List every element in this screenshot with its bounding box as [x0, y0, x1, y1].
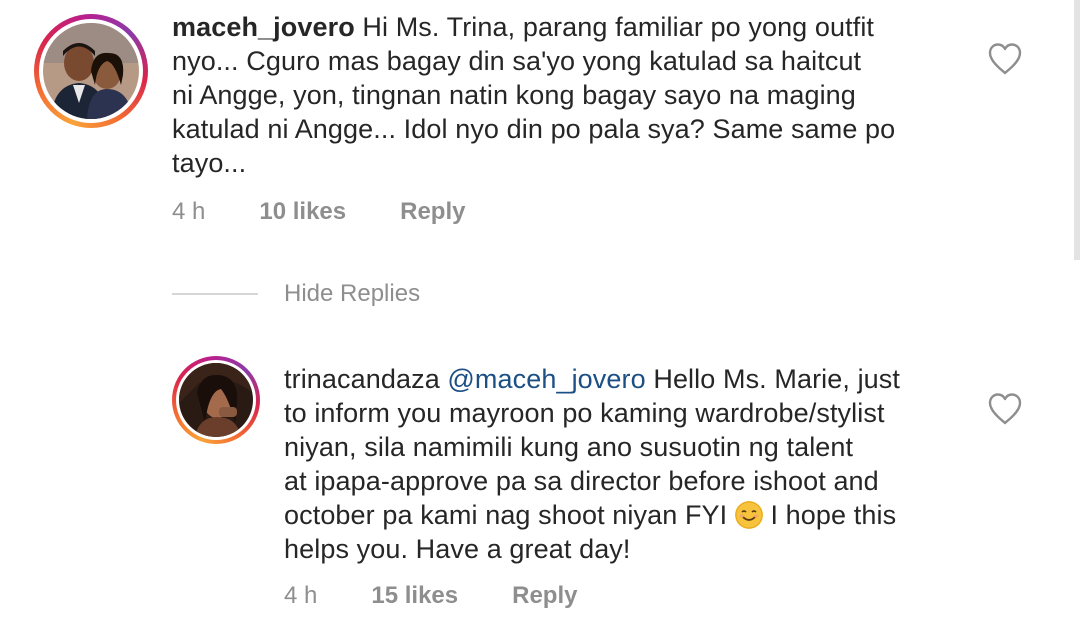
- comment-meta: 4 h 10 likes Reply: [172, 198, 465, 226]
- comment-text: maceh_jovero Hi Ms. Trina, parang famili…: [172, 12, 896, 178]
- reply-button[interactable]: Reply: [512, 582, 577, 610]
- avatar[interactable]: [34, 14, 148, 128]
- avatar[interactable]: [172, 356, 260, 444]
- hide-replies-toggle[interactable]: Hide Replies: [172, 280, 420, 308]
- hide-replies-label: Hide Replies: [284, 280, 421, 307]
- likes-count[interactable]: 10 likes: [259, 198, 346, 226]
- comment-time: 4 h: [172, 198, 206, 225]
- profile-photo-couple-icon: [43, 23, 139, 119]
- scrollbar[interactable]: [1074, 0, 1080, 260]
- reply-username[interactable]: trinacandaza: [284, 364, 440, 394]
- reply-meta: 4 h 15 likes Reply: [284, 582, 577, 610]
- comment-username[interactable]: maceh_jovero: [172, 12, 355, 42]
- mention-link[interactable]: @maceh_jovero: [447, 364, 645, 394]
- reply-time: 4 h: [284, 582, 318, 609]
- likes-count[interactable]: 15 likes: [371, 582, 458, 610]
- profile-photo-woman-icon: [179, 363, 253, 437]
- replies-divider: [172, 293, 258, 295]
- heart-outline-icon[interactable]: [987, 392, 1023, 426]
- reply-text: trinacandaza @maceh_jovero Hello Ms. Mar…: [284, 364, 900, 564]
- reply-button[interactable]: Reply: [400, 198, 465, 226]
- comment-item: maceh_jovero Hi Ms. Trina, parang famili…: [0, 0, 1080, 240]
- smiling-face-emoji-icon: [734, 501, 763, 529]
- reply-item: trinacandaza @maceh_jovero Hello Ms. Mar…: [0, 340, 1080, 638]
- heart-outline-icon[interactable]: [987, 42, 1023, 76]
